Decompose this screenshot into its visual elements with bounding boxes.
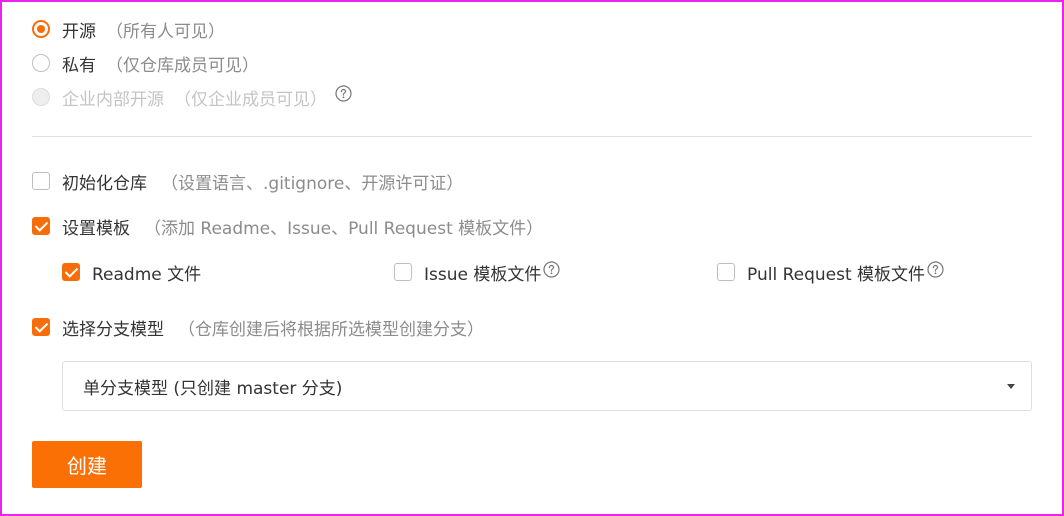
radio-private[interactable]: 私有 （仅仓库成员可见） [32, 51, 259, 76]
radio-open-source-button[interactable] [32, 20, 50, 38]
radio-enterprise-internal-label: 企业内部开源 [62, 89, 164, 110]
create-button[interactable]: 创建 [32, 441, 142, 488]
checkbox-init-repo-label: 初始化仓库 [62, 173, 147, 194]
checkbox-pr-template[interactable]: Pull Request 模板文件 [717, 260, 944, 285]
checkbox-templates-box[interactable] [32, 217, 50, 235]
checkbox-readme-label: Readme 文件 [92, 264, 202, 285]
help-icon[interactable] [543, 260, 560, 278]
checkbox-issue-template-box[interactable] [394, 263, 412, 281]
radio-enterprise-internal-button [32, 88, 50, 106]
checkbox-init-repo-hint: （设置语言、.gitignore、开源许可证） [161, 173, 464, 194]
checkbox-readme-box[interactable] [62, 263, 80, 281]
section-divider [32, 136, 1032, 137]
checkbox-init-repo-box[interactable] [32, 172, 50, 190]
caret-down-icon [1007, 384, 1015, 389]
checkbox-branch-model-box[interactable] [32, 318, 50, 336]
radio-open-source-hint: （所有人可见） [106, 21, 225, 42]
branch-model-selected-value: 单分支模型 (只创建 master 分支) [83, 378, 343, 399]
radio-private-button[interactable] [32, 54, 50, 72]
checkbox-templates-hint: （添加 Readme、Issue、Pull Request 模板文件） [144, 218, 544, 239]
screenshot-frame [0, 0, 1064, 516]
help-icon[interactable] [335, 84, 352, 102]
radio-open-source[interactable]: 开源 （所有人可见） [32, 17, 225, 42]
checkbox-branch-model[interactable]: 选择分支模型 （仓库创建后将根据所选模型创建分支） [32, 315, 484, 340]
checkbox-branch-model-hint: （仓库创建后将根据所选模型创建分支） [178, 319, 484, 340]
help-icon[interactable] [927, 260, 944, 278]
branch-model-select[interactable]: 单分支模型 (只创建 master 分支) [62, 361, 1032, 411]
checkbox-templates[interactable]: 设置模板 （添加 Readme、Issue、Pull Request 模板文件） [32, 214, 544, 239]
radio-private-label: 私有 [62, 55, 96, 76]
checkbox-templates-label: 设置模板 [62, 218, 130, 239]
checkbox-pr-template-label: Pull Request 模板文件 [747, 264, 926, 285]
checkbox-pr-template-box[interactable] [717, 263, 735, 281]
radio-private-hint: （仅仓库成员可见） [106, 55, 259, 76]
radio-enterprise-internal: 企业内部开源 （仅企业成员可见） [32, 84, 352, 110]
checkbox-init-repo[interactable]: 初始化仓库 （设置语言、.gitignore、开源许可证） [32, 169, 464, 194]
checkbox-readme[interactable]: Readme 文件 [62, 260, 202, 285]
radio-enterprise-internal-hint: （仅企业成员可见） [174, 89, 327, 110]
radio-open-source-label: 开源 [62, 21, 96, 42]
checkbox-issue-template[interactable]: Issue 模板文件 [394, 260, 560, 285]
checkbox-issue-template-label: Issue 模板文件 [424, 264, 542, 285]
checkbox-branch-model-label: 选择分支模型 [62, 319, 164, 340]
